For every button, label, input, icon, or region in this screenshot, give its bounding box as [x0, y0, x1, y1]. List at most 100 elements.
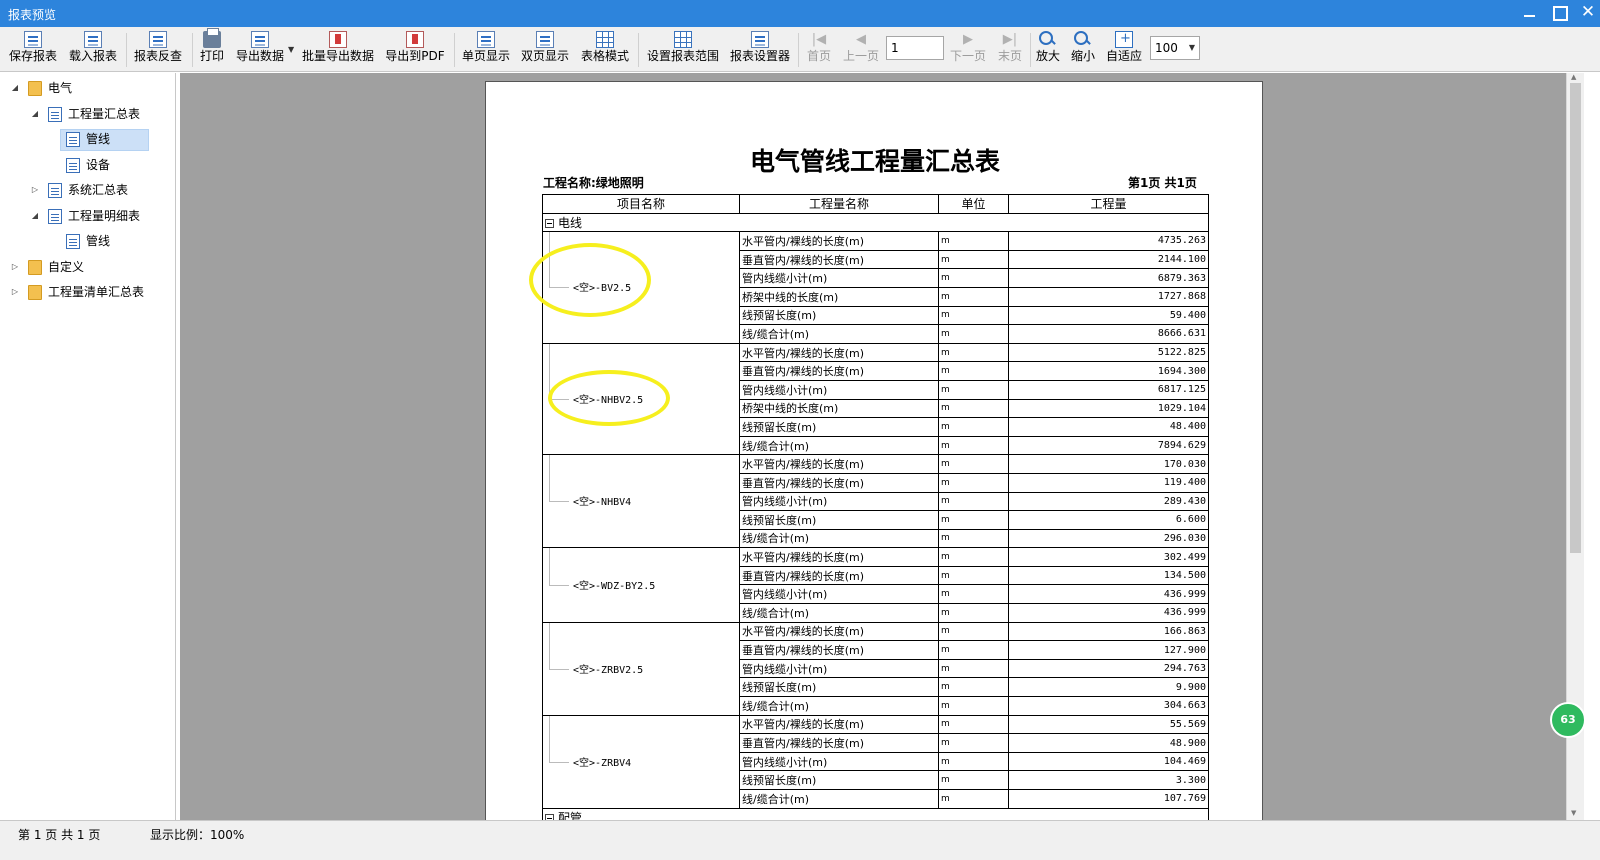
table-header-row: 项目名称 工程量名称 单位 工程量 — [542, 194, 1209, 214]
group-cell[interactable]: 配管 — [542, 807, 1209, 820]
quantity-value-cell: 4735.263 — [1008, 231, 1209, 251]
tree-node-bill-summary[interactable]: ▷ 工程量清单汇总表 — [10, 282, 170, 302]
table-row: <空>-NHBV4 水平管内/裸线的长度(m) m 170.030 — [542, 454, 1209, 549]
toolbar-divider — [638, 33, 639, 67]
single-page-button[interactable]: 单页显示 — [460, 30, 512, 70]
toolbar: 保存报表 载入报表 报表反查 打印 导出数据 ▼ 批量导出数据 导出到PDF 单… — [0, 27, 1600, 72]
unit-cell: m — [938, 249, 1009, 270]
tree-node-quantity-summary[interactable]: ◢ 工程量汇总表 — [30, 104, 170, 124]
set-report-range-button[interactable]: 设置报表范围 — [644, 30, 722, 70]
zoom-select[interactable]: 100 ▼ — [1150, 36, 1200, 60]
batch-export-button[interactable]: 批量导出数据 — [300, 30, 376, 70]
item-name-cell: <空>-NHBV2.5 — [542, 342, 740, 456]
tree-node-system-summary[interactable]: ▷ 系统汇总表 — [30, 180, 170, 200]
unit-cell: m — [938, 491, 1009, 512]
report-table: 项目名称 工程量名称 单位 工程量 电线 <空>-BV2.5 水平管内/裸线的长度(… — [542, 194, 1209, 820]
unit-cell: m — [938, 268, 1009, 288]
tree-node-quantity-detail[interactable]: ◢ 工程量明细表 — [30, 206, 170, 226]
next-page-button[interactable]: ▶ 下一页 — [948, 30, 988, 70]
unit-cell: m — [938, 677, 1009, 698]
expanded-arrow-icon[interactable]: ◢ — [30, 104, 40, 124]
maximize-button[interactable] — [1548, 3, 1572, 23]
last-page-button[interactable]: ▶| 末页 — [994, 30, 1026, 70]
tree-node-detail-pipeline[interactable]: 管线 — [0, 231, 170, 251]
collapsed-arrow-icon[interactable]: ▷ — [10, 257, 20, 277]
zoom-in-button[interactable]: 放大 — [1034, 30, 1062, 70]
quantity-name-cell: 管内线缆小计(m) — [739, 268, 939, 288]
last-page-icon: ▶| — [1002, 32, 1018, 47]
tree-node-equipment[interactable]: 设备 — [0, 155, 170, 175]
page-count-label: 第1页 共1页 — [1128, 176, 1197, 190]
table-mode-button[interactable]: 表格模式 — [578, 30, 632, 70]
double-page-button[interactable]: 双页显示 — [518, 30, 572, 70]
quantity-name-cell: 管内线缆小计(m) — [739, 379, 939, 400]
scroll-up-icon[interactable]: ▲ — [1571, 73, 1576, 81]
quantity-value-cell: 5122.825 — [1008, 342, 1209, 363]
document-icon — [48, 209, 62, 224]
printer-icon — [203, 28, 221, 48]
quantity-name-cell: 水平管内/裸线的长度(m) — [739, 454, 939, 474]
quantity-name-cell: 线/缆合计(m) — [739, 435, 939, 456]
fit-button[interactable]: 自适应 — [1104, 30, 1144, 70]
export-data-button[interactable]: 导出数据 — [234, 30, 286, 70]
report-preview-area[interactable]: 电气管线工程量汇总表 工程名称:绿地照明 第1页 共1页 项目名称 工程量名称 … — [180, 73, 1566, 820]
quantity-value-cell: 166.863 — [1008, 621, 1209, 642]
page-number-input[interactable]: 1 — [886, 36, 944, 60]
unit-cell: m — [938, 454, 1009, 474]
tree-node-pipeline-selected[interactable]: 管线 — [0, 129, 170, 151]
save-icon — [24, 31, 42, 48]
report-lookup-button[interactable]: 报表反查 — [132, 30, 184, 70]
close-button[interactable]: ✕ — [1576, 3, 1600, 23]
collapse-icon[interactable] — [545, 218, 554, 228]
quantity-value-cell: 170.030 — [1008, 454, 1209, 474]
quantity-value-cell: 8666.631 — [1008, 324, 1209, 344]
quantity-value-cell: 1727.868 — [1008, 286, 1209, 307]
zoom-out-button[interactable]: 缩小 — [1068, 30, 1098, 70]
unit-cell: m — [938, 305, 1009, 326]
floating-badge[interactable]: 63 — [1550, 702, 1586, 738]
quantity-name-cell: 线预留长度(m) — [739, 417, 939, 437]
minimize-button[interactable] — [1518, 3, 1542, 23]
folder-icon — [28, 260, 42, 275]
toolbar-divider — [454, 33, 455, 67]
save-report-button[interactable]: 保存报表 — [6, 30, 60, 70]
tree-node-custom[interactable]: ▷ 自定义 — [10, 257, 170, 277]
unit-cell: m — [938, 435, 1009, 456]
scrollbar-thumb[interactable] — [1570, 83, 1581, 553]
document-icon — [66, 132, 80, 147]
export-dropdown-caret-icon[interactable]: ▼ — [288, 45, 294, 54]
load-report-button[interactable]: 载入报表 — [66, 30, 120, 70]
report-tree: ◢ 电气 ◢ 工程量汇总表 管线 设备 ▷ 系统汇总表 ◢ 工程量明细表 管线 … — [0, 73, 176, 820]
table-icon — [596, 31, 614, 48]
group-cell[interactable]: 电线 — [542, 212, 1209, 233]
quantity-name-cell: 垂直管内/裸线的长度(m) — [739, 361, 939, 381]
print-button[interactable]: 打印 — [198, 28, 226, 70]
first-page-icon: |◀ — [811, 32, 827, 47]
table-body: 电线 <空>-BV2.5 水平管内/裸线的长度(m) m 4735.263 垂直管内/裸线… — [542, 212, 1209, 820]
quantity-value-cell: 304.663 — [1008, 696, 1209, 716]
expanded-arrow-icon[interactable]: ◢ — [10, 78, 20, 98]
prev-page-button[interactable]: ◀ 上一页 — [842, 30, 880, 70]
item-name: <空>-BV2.5 — [573, 283, 632, 295]
quantity-name-cell: 水平管内/裸线的长度(m) — [739, 231, 939, 251]
tree-connector — [549, 455, 550, 502]
status-page-info: 第 1 页 共 1 页 — [18, 828, 101, 842]
zoom-in-icon — [1039, 31, 1057, 48]
status-zoom-info: 显示比例：100% — [150, 828, 245, 842]
quantity-value-cell: 59.400 — [1008, 305, 1209, 326]
tree-node-electrical[interactable]: ◢ 电气 — [10, 78, 170, 98]
quantity-value-cell: 7894.629 — [1008, 435, 1209, 456]
unit-cell: m — [938, 547, 1009, 567]
collapsed-arrow-icon[interactable]: ▷ — [10, 282, 20, 302]
group-row: 配管 — [542, 807, 1209, 820]
table-row: <空>-WDZ-BY2.5 水平管内/裸线的长度(m) m 302.499 — [542, 547, 1209, 623]
export-pdf-button[interactable]: 导出到PDF — [382, 30, 448, 70]
expanded-arrow-icon[interactable]: ◢ — [30, 206, 40, 226]
quantity-name-cell: 线/缆合计(m) — [739, 696, 939, 716]
quantity-value-cell: 1029.104 — [1008, 398, 1209, 419]
first-page-button[interactable]: |◀ 首页 — [804, 30, 834, 70]
batch-export-icon — [329, 31, 347, 48]
report-designer-button[interactable]: 报表设置器 — [728, 30, 792, 70]
scroll-down-icon[interactable]: ▼ — [1571, 809, 1576, 817]
collapsed-arrow-icon[interactable]: ▷ — [30, 180, 40, 200]
